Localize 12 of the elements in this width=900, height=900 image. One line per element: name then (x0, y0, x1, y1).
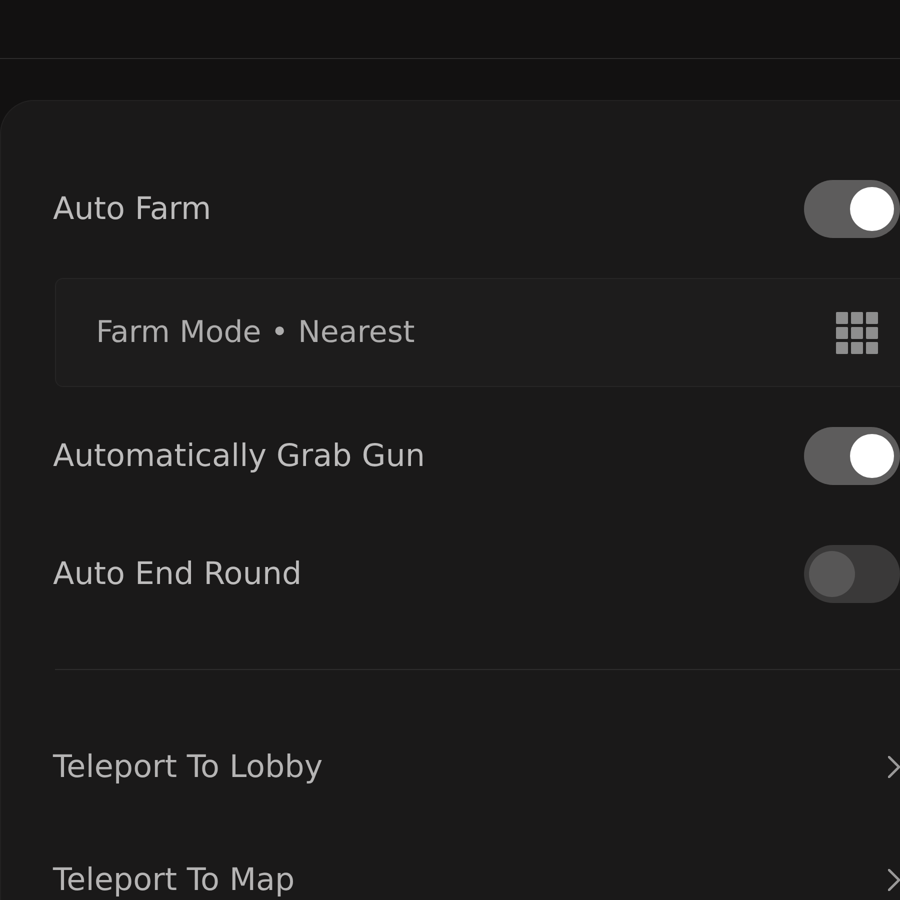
grid-icon (836, 312, 878, 354)
menu-item[interactable]: Teleport To Map (1, 861, 900, 899)
farm-mode-dropdown[interactable]: Farm Mode • Nearest (55, 278, 900, 387)
setting-label: Auto End Round (53, 556, 302, 592)
setting-label: Automatically Grab Gun (53, 438, 426, 474)
menu-item[interactable]: Teleport To Lobby (1, 748, 900, 786)
toggle-switch[interactable] (804, 545, 900, 603)
setting-label: Auto Farm (53, 191, 212, 227)
toggle-switch[interactable] (804, 427, 900, 485)
toggle-switch[interactable] (804, 180, 900, 238)
chevron-right-icon (888, 869, 900, 891)
chevron-right-icon (888, 756, 900, 778)
